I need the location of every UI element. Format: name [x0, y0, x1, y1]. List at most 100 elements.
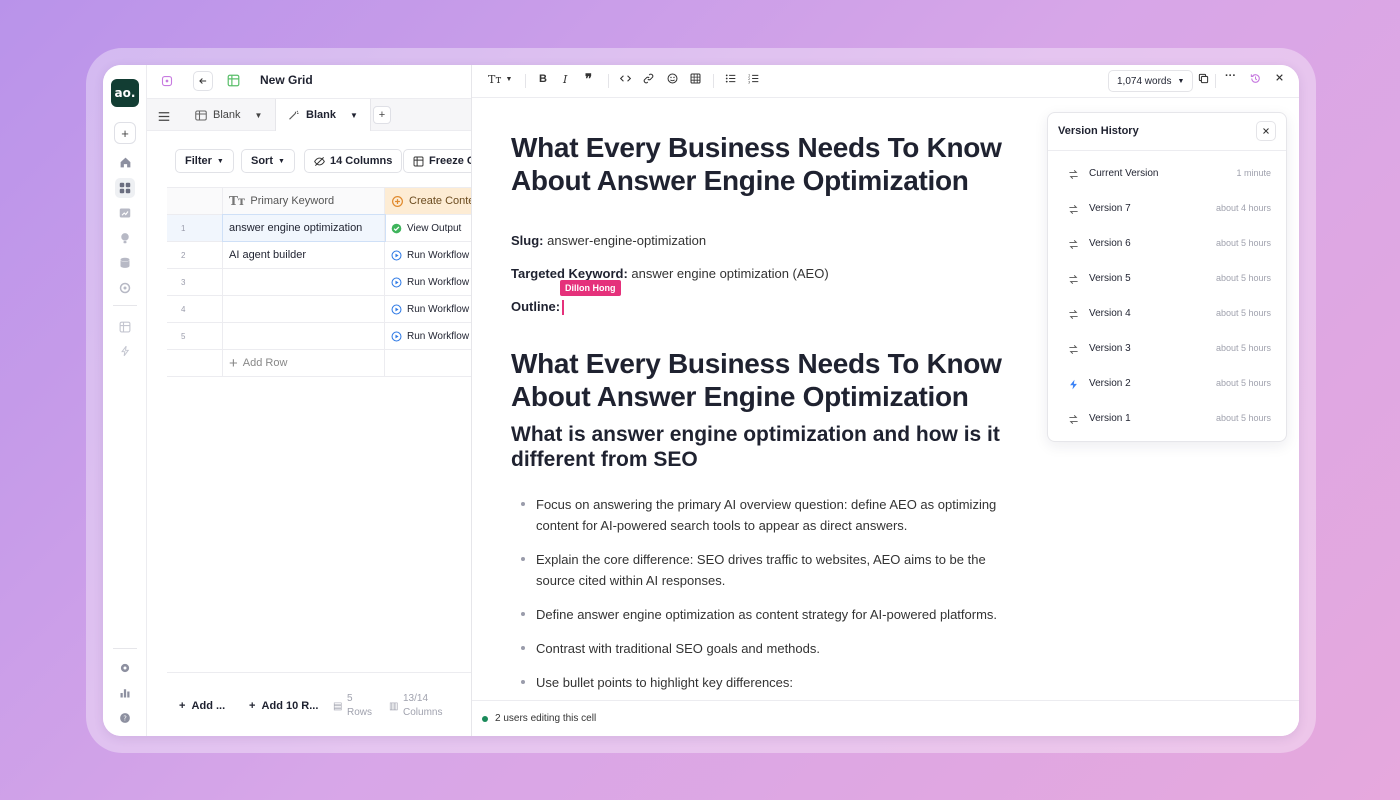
table-icon[interactable] [115, 317, 135, 337]
version-name: Version 4 [1089, 308, 1131, 319]
keyword-cell[interactable]: AI agent builder [223, 242, 385, 268]
more-options-icon[interactable]: ··· [1225, 70, 1236, 82]
chevron-down-icon: ▼ [505, 76, 513, 83]
text-style-dropdown[interactable]: Tт ▼ [488, 73, 512, 86]
freeze-label: Freeze Co [429, 155, 471, 167]
tab-blank-2[interactable]: Blank ▼ [275, 99, 371, 131]
sort-button[interactable]: Sort ▼ [241, 149, 295, 173]
home-icon[interactable] [115, 152, 135, 172]
grid-icon[interactable] [115, 178, 135, 198]
table-icon[interactable] [690, 73, 701, 84]
bullet-list-icon[interactable] [725, 73, 736, 84]
list-item: Focus on answering the primary AI overvi… [511, 494, 1011, 536]
grid-footer: + Add ... + Add 10 R... ▤ 5 Rows ▥ 13/14… [167, 672, 471, 736]
table-row[interactable]: 2 AI agent builder Run Workflow [167, 242, 471, 269]
table-row[interactable]: 3 Run Workflow [167, 269, 471, 296]
back-button[interactable] [193, 71, 213, 91]
keyword-cell[interactable] [223, 296, 385, 322]
numbered-list-icon[interactable]: 123 [748, 73, 759, 84]
menu-icon[interactable] [158, 109, 170, 127]
slug-label: Slug: [511, 233, 544, 248]
empty-cell [385, 350, 471, 376]
add-row[interactable]: + Add Row [167, 350, 471, 377]
app-logo[interactable]: ao. [111, 79, 139, 107]
table-row[interactable]: 1 answer engine optimization View Output [167, 214, 471, 242]
table-row[interactable]: 5 Run Workflow [167, 323, 471, 350]
content-cell[interactable]: Run Workflow [385, 296, 471, 322]
version-name: Version 7 [1089, 203, 1131, 214]
quote-icon[interactable]: ❞ [585, 71, 592, 87]
play-circle-icon [391, 304, 402, 314]
close-icon [1263, 128, 1269, 134]
add-10-rows-button[interactable]: + Add 10 R... [249, 700, 318, 712]
grid-toolbar: Filter ▼ Sort ▼ 14 Columns Freeze Co [147, 149, 471, 175]
content-cell[interactable]: Run Workflow [385, 323, 471, 349]
keyword-cell[interactable] [223, 323, 385, 349]
link-icon[interactable] [643, 73, 654, 84]
history-icon[interactable] [1250, 73, 1261, 84]
help-icon[interactable]: ? [115, 708, 135, 728]
tab-blank-1[interactable]: Blank ▼ [183, 99, 274, 131]
freeze-columns-button[interactable]: Freeze Co [403, 149, 471, 173]
bold-icon[interactable]: B [539, 73, 547, 85]
bulb-icon[interactable] [115, 228, 135, 248]
subheading: What is answer engine optimization and h… [511, 423, 1000, 472]
word-count-dropdown[interactable]: 1,074 words ▼ [1108, 70, 1194, 92]
gear-icon[interactable] [115, 658, 135, 678]
add-button[interactable]: + Add ... [179, 700, 225, 712]
document-content[interactable]: What Every Business Needs To Know About … [511, 131, 1011, 693]
columns-button[interactable]: 14 Columns [304, 149, 403, 173]
content-cell[interactable]: View Output [385, 215, 471, 241]
version-time: about 5 hours [1215, 378, 1271, 388]
rows-count: ▤ 5 Rows [333, 692, 372, 720]
version-item[interactable]: Version 6 about 5 hours [1048, 230, 1286, 258]
integrations-icon[interactable] [115, 278, 135, 298]
code-icon[interactable] [620, 73, 631, 84]
text-type-icon: Tт [229, 194, 246, 208]
new-item-button[interactable]: + [114, 122, 136, 144]
word-count: 1,074 words [1117, 75, 1172, 87]
version-item[interactable]: Version 2 about 5 hours [1048, 370, 1286, 398]
content-cell[interactable]: Run Workflow [385, 242, 471, 268]
list-item: Use bullet points to highlight key diffe… [511, 672, 1011, 693]
restore-icon [1066, 342, 1080, 356]
row-number [167, 350, 223, 376]
keyword-cell[interactable] [223, 269, 385, 295]
status-text: 2 users editing this cell [495, 713, 597, 724]
chevron-down-icon: ▼ [254, 110, 263, 120]
table-row[interactable]: 4 Run Workflow [167, 296, 471, 323]
version-item[interactable]: Version 5 about 5 hours [1048, 265, 1286, 293]
version-time: 1 minute [1236, 168, 1271, 178]
version-item[interactable]: Version 1 about 5 hours [1048, 405, 1286, 433]
grid-title[interactable]: New Grid [260, 73, 313, 87]
close-icon[interactable] [1275, 73, 1284, 82]
sparkle-icon[interactable] [161, 74, 173, 92]
version-item[interactable]: Version 4 about 5 hours [1048, 300, 1286, 328]
emoji-icon[interactable] [667, 73, 678, 84]
close-version-history-button[interactable] [1256, 121, 1276, 141]
version-time: about 5 hours [1215, 308, 1271, 318]
version-name: Version 5 [1089, 273, 1131, 284]
version-item[interactable]: Version 3 about 5 hours [1048, 335, 1286, 363]
database-icon[interactable] [115, 253, 135, 273]
restore-icon [1066, 237, 1080, 251]
add-row-button[interactable]: + Add Row [223, 350, 385, 376]
add-tab-button[interactable]: + [373, 106, 391, 124]
column-header-create-content[interactable]: Create Conte [385, 188, 471, 214]
bolt-icon[interactable] [115, 341, 135, 361]
version-item[interactable]: Version 7 about 4 hours [1048, 195, 1286, 223]
filter-button[interactable]: Filter ▼ [175, 149, 234, 173]
slug-value: answer-engine-optimization [547, 233, 707, 248]
italic-icon[interactable]: I [563, 73, 567, 86]
bar-chart-icon[interactable] [115, 683, 135, 703]
columns-label: Columns [403, 707, 443, 718]
version-name: Current Version [1089, 168, 1159, 179]
bolt-icon [1066, 377, 1080, 391]
copy-icon[interactable] [1198, 73, 1209, 84]
chart-icon[interactable] [115, 203, 135, 223]
content-cell[interactable]: Run Workflow [385, 269, 471, 295]
column-header-primary-keyword[interactable]: Tт Primary Keyword [223, 188, 385, 214]
keyword-cell[interactable]: answer engine optimization [222, 214, 386, 242]
row-number-header [167, 188, 223, 214]
version-item[interactable]: Current Version 1 minute [1048, 160, 1286, 188]
